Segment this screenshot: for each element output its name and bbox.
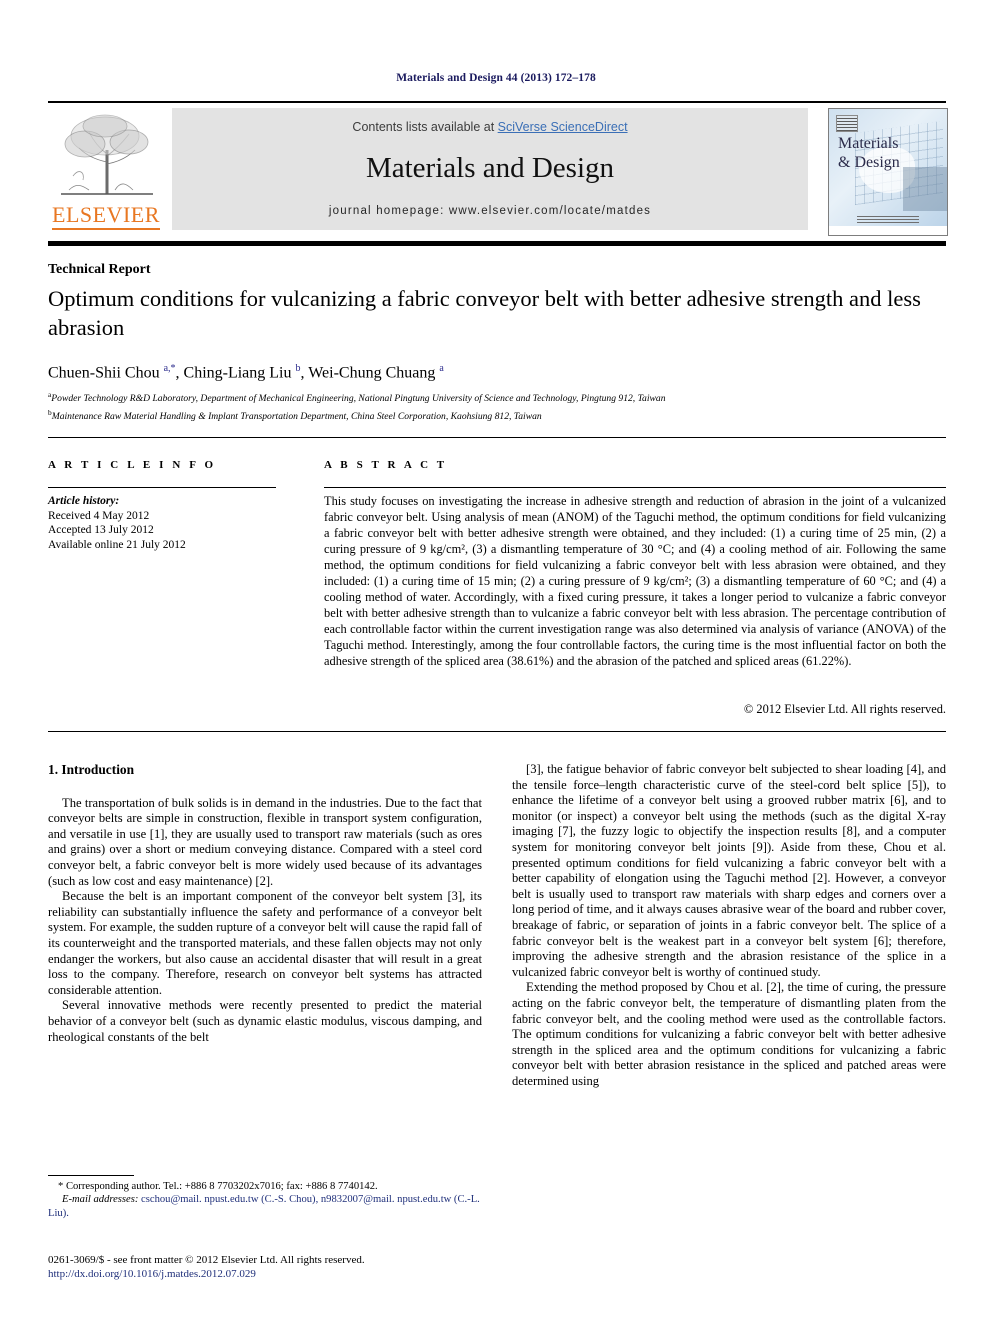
email-addresses-note: E-mail addresses: cschou@mail. npust.edu… xyxy=(48,1193,482,1220)
paragraph: [3], the fatigue behavior of fabric conv… xyxy=(512,762,946,979)
sciencedirect-link[interactable]: SciVerse ScienceDirect xyxy=(498,120,628,134)
journal-cover-thumbnail: Materials & Design xyxy=(828,108,948,236)
article-info-rule xyxy=(48,487,276,488)
elsevier-tree-icon xyxy=(61,114,153,195)
page-title: Optimum conditions for vulcanizing a fab… xyxy=(48,286,921,340)
journal-title: Materials and Design xyxy=(365,152,615,184)
abstract-rule xyxy=(324,487,946,488)
contents-lists-line: Contents lists available at SciVerse Sci… xyxy=(172,120,808,134)
abstract-bottom-rule xyxy=(48,731,946,733)
elsevier-logo: ELSEVIER xyxy=(50,108,162,230)
affiliation-a: aPowder Technology R&D Laboratory, Depar… xyxy=(48,388,938,406)
email-addresses-label: E-mail addresses: xyxy=(62,1194,139,1206)
journal-homepage[interactable]: journal homepage: www.elsevier.com/locat… xyxy=(172,205,808,217)
footnote-rule xyxy=(48,1175,134,1176)
cover-artwork: Materials & Design xyxy=(829,109,947,235)
history-received: Received 4 May 2012 xyxy=(48,509,150,522)
author-list: Chuen-Shii Chou a,*, Ching-Liang Liu b, … xyxy=(48,363,444,382)
copyright-line: © 2012 Elsevier Ltd. All rights reserved… xyxy=(743,702,946,716)
cover-elsevier-mark-icon xyxy=(836,115,858,132)
doi-link[interactable]: http://dx.doi.org/10.1016/j.matdes.2012.… xyxy=(48,1267,488,1281)
elsevier-underline xyxy=(52,228,160,230)
masthead-bottom-rule xyxy=(48,241,946,246)
article-history: Article history: Received 4 May 2012 Acc… xyxy=(48,494,278,552)
affiliation-text-b: Maintenance Raw Material Handling & Impl… xyxy=(51,410,542,422)
paragraph: The transportation of bulk solids is in … xyxy=(48,795,482,888)
corresponding-author-note: * Corresponding author. Tel.: +886 8 770… xyxy=(58,1181,378,1192)
article-type: Technical Report xyxy=(48,262,151,277)
body-column-right: [3], the fatigue behavior of fabric conv… xyxy=(512,762,946,1089)
footnote-block: * Corresponding author. Tel.: +886 8 770… xyxy=(48,1180,482,1220)
elsevier-wordmark: ELSEVIER xyxy=(52,202,160,227)
affiliation-text-a: Powder Technology R&D Laboratory, Depart… xyxy=(51,393,666,405)
section-heading-introduction: 1. Introduction xyxy=(48,762,135,777)
cover-bottom-strip xyxy=(829,226,947,235)
history-accepted: Accepted 13 July 2012 xyxy=(48,524,154,537)
paragraph: Extending the method proposed by Chou et… xyxy=(512,980,946,1088)
masthead-top-rule xyxy=(48,101,946,103)
paper-page: Materials and Design 44 (2013) 172–178 E… xyxy=(0,0,992,1323)
cover-title-line-1: Materials xyxy=(838,135,899,152)
affiliation-b: bMaintenance Raw Material Handling & Imp… xyxy=(48,406,938,424)
cover-footer-bar xyxy=(857,216,919,223)
cover-title: Materials & Design xyxy=(838,134,942,172)
running-head: Materials and Design 44 (2013) 172–178 xyxy=(396,72,596,84)
article-history-label: Article history: xyxy=(48,495,120,507)
cover-dark-panel xyxy=(903,167,947,211)
title-block-bottom-rule xyxy=(48,437,946,439)
paragraph: Because the belt is an important compone… xyxy=(48,889,483,997)
paragraph: Several innovative methods were recently… xyxy=(48,998,482,1044)
article-info-heading: A R T I C L E I N F O xyxy=(48,459,217,471)
abstract-heading: A B S T R A C T xyxy=(324,459,448,471)
journal-banner: Contents lists available at SciVerse Sci… xyxy=(172,108,808,230)
contents-lists-prefix: Contents lists available at xyxy=(352,120,498,134)
imprint-block: 0261-3069/$ - see front matter © 2012 El… xyxy=(48,1253,488,1281)
cover-title-line-2: & Design xyxy=(838,154,900,171)
body-column-left: 1. Introduction The transportation of bu… xyxy=(48,762,482,1045)
abstract-text: This study focuses on investigating the … xyxy=(324,494,946,669)
history-available-online: Available online 21 July 2012 xyxy=(48,538,186,551)
affiliations: aPowder Technology R&D Laboratory, Depar… xyxy=(48,388,938,423)
issn-line: 0261-3069/$ - see front matter © 2012 El… xyxy=(48,1254,365,1266)
